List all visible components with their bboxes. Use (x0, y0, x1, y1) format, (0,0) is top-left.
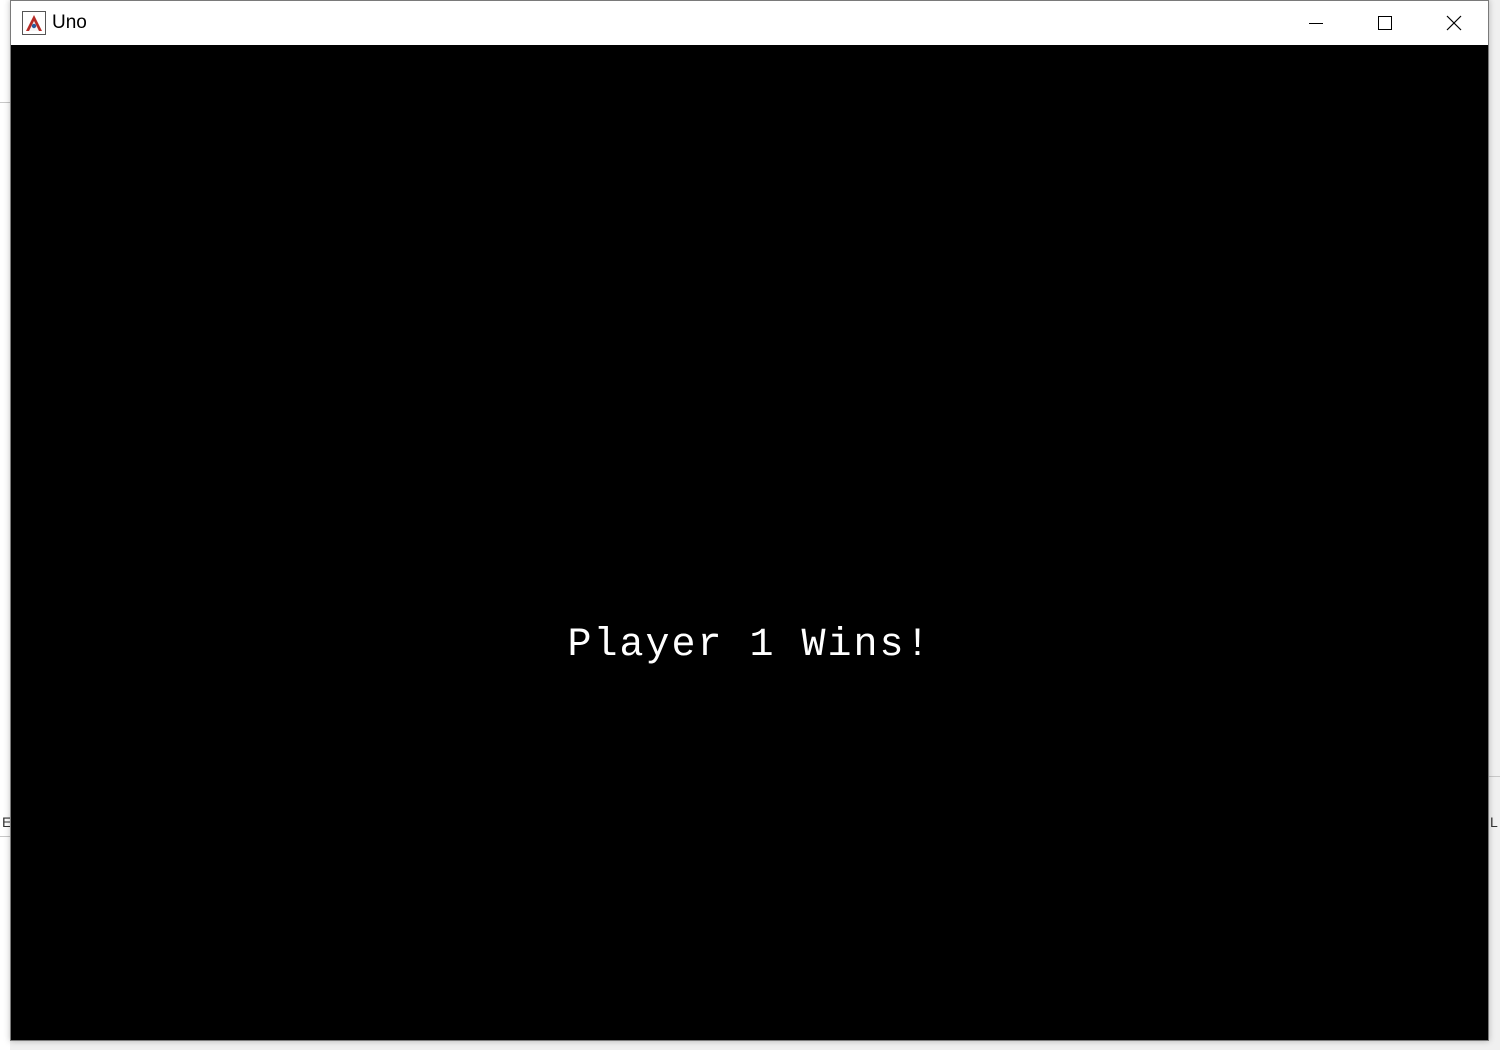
minimize-icon (1309, 23, 1323, 24)
background-divider (1489, 776, 1500, 777)
background-text-fragment: L (1490, 814, 1498, 830)
background-ide-panel (0, 0, 10, 1050)
java-app-icon (22, 11, 46, 35)
game-canvas[interactable]: Player 1 Wins! (11, 45, 1488, 1040)
winner-message: Player 1 Wins! (567, 623, 932, 668)
close-icon (1446, 15, 1462, 31)
background-divider (0, 836, 10, 837)
close-button[interactable] (1419, 1, 1489, 45)
window-title: Uno (52, 12, 87, 33)
maximize-icon (1378, 16, 1392, 30)
maximize-button[interactable] (1350, 1, 1420, 45)
minimize-button[interactable] (1281, 1, 1351, 45)
background-divider (0, 102, 10, 103)
uno-window: Uno Player 1 Wins! (10, 0, 1489, 1041)
title-bar[interactable]: Uno (11, 1, 1488, 45)
